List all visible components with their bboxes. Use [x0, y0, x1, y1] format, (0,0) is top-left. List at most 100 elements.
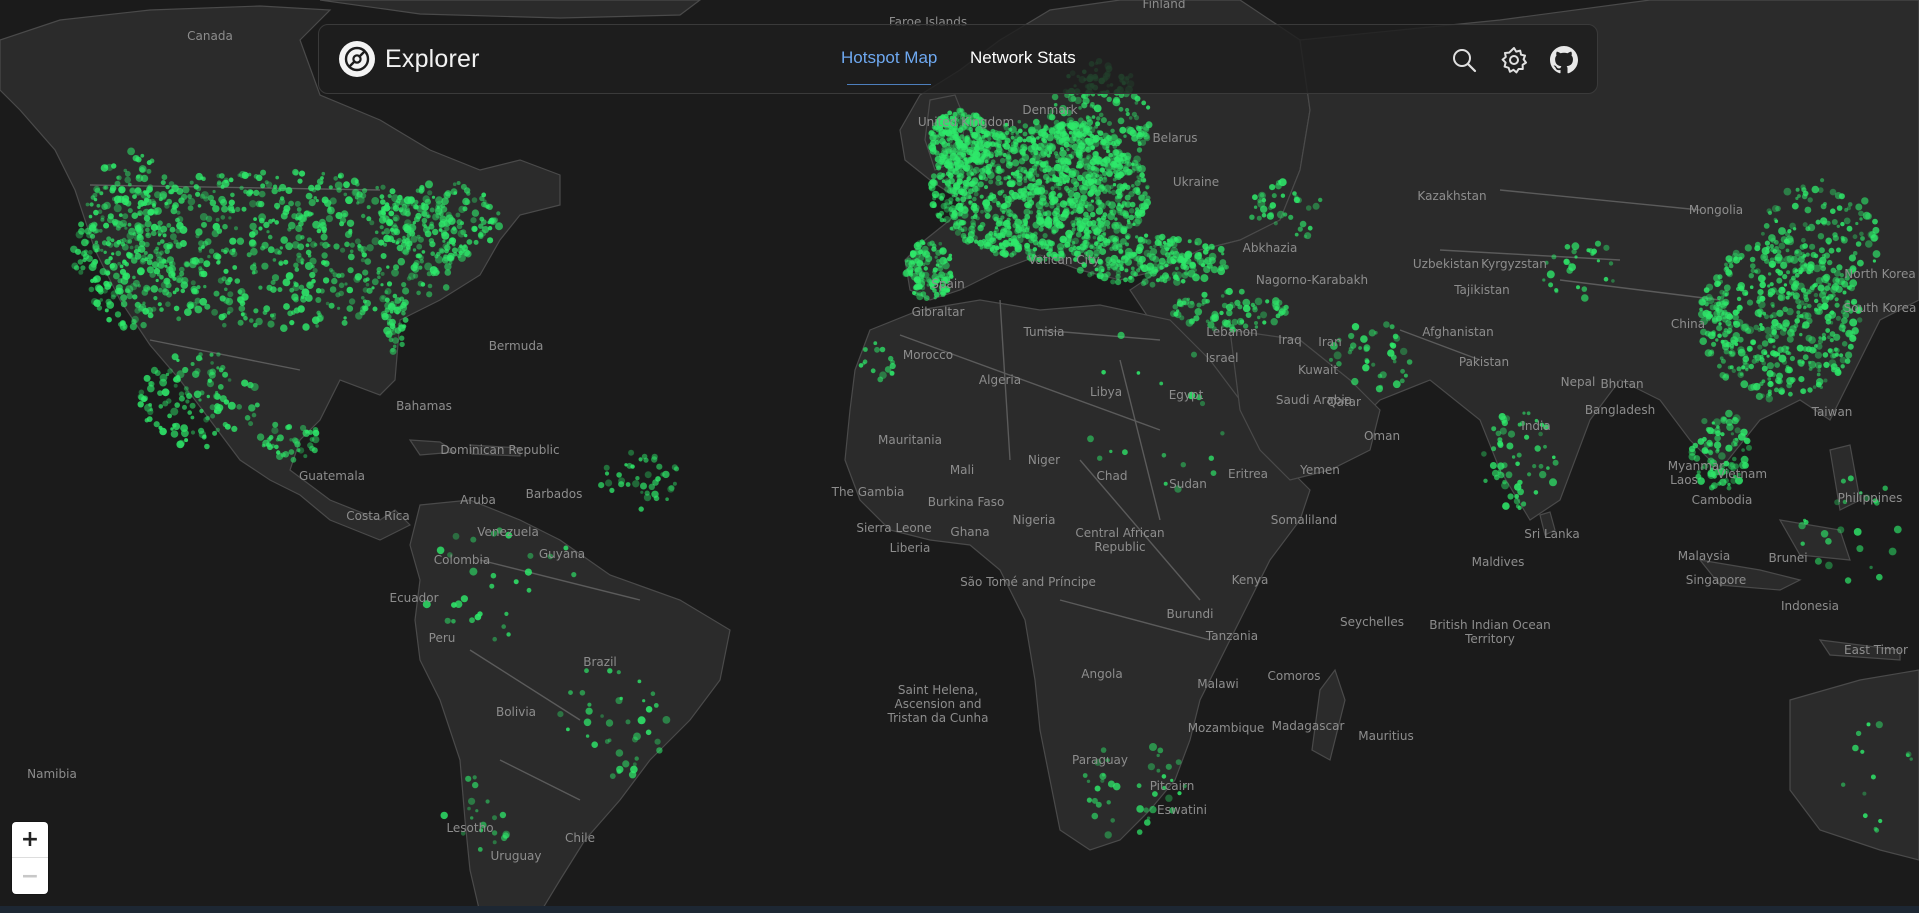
hotspot-dot	[1008, 189, 1015, 196]
hotspot-dot	[1847, 202, 1853, 207]
hotspot-dot	[267, 320, 275, 328]
hotspot-dot	[1050, 186, 1055, 191]
hotspot-dot	[939, 192, 946, 199]
hotspot-dot	[105, 240, 112, 247]
hotspot-dot	[1813, 282, 1818, 288]
hotspot-dot	[1165, 252, 1171, 258]
hotspot-dot	[289, 287, 295, 293]
hotspot-dot	[137, 245, 146, 253]
hotspot-dot	[1111, 221, 1120, 230]
hotspot-dot	[1574, 255, 1578, 259]
search-button[interactable]	[1450, 46, 1478, 74]
hotspot-dot	[1009, 125, 1017, 134]
hotspot-dot	[338, 290, 345, 297]
hotspot-dot	[1062, 174, 1071, 183]
hotspot-dot	[929, 201, 937, 209]
hotspot-dot	[955, 139, 960, 145]
hotspot-dot	[907, 270, 913, 276]
hotspot-dot	[958, 211, 964, 217]
hotspot-dot	[1368, 329, 1376, 337]
hotspot-dot	[406, 247, 411, 252]
hotspot-dot	[1749, 285, 1754, 290]
hotspot-dot	[1760, 393, 1765, 399]
hotspot-dot	[1839, 356, 1847, 364]
hotspot-dot	[939, 283, 947, 292]
hotspot-dot	[227, 276, 233, 283]
hotspot-dot	[113, 204, 122, 213]
hotspot-dot	[468, 797, 476, 805]
brand[interactable]: Explorer	[339, 41, 480, 77]
hotspot-dot	[457, 253, 462, 259]
hotspot-dot	[1014, 134, 1022, 143]
hotspot-dot	[213, 409, 218, 414]
hotspot-dot	[228, 216, 232, 220]
hotspot-dot	[1187, 391, 1196, 400]
hotspot-dot	[962, 184, 968, 190]
hotspot-dot	[956, 178, 963, 185]
hotspot-dot	[1276, 299, 1283, 306]
hotspot-dot	[1023, 176, 1028, 181]
tab-network-stats[interactable]: Network Stats	[970, 48, 1076, 68]
tab-hotspot-map[interactable]: Hotspot Map	[841, 48, 937, 68]
hotspot-dot	[390, 322, 395, 327]
hotspot-dot	[258, 285, 263, 290]
hotspot-dot	[198, 266, 203, 271]
hotspot-dot	[1057, 193, 1063, 199]
hotspot-dot	[1505, 471, 1513, 479]
hotspot-dot	[131, 315, 139, 324]
hotspot-dot	[1091, 165, 1098, 172]
hotspot-dot	[234, 226, 238, 231]
hotspot-dot	[1147, 763, 1155, 771]
hotspot-dot	[968, 188, 974, 195]
hotspot-dot	[470, 816, 474, 820]
hotspot-dot	[305, 192, 313, 200]
zoom-out-button[interactable]: −	[12, 858, 48, 894]
hotspot-dot	[96, 247, 101, 252]
hotspot-dot	[1389, 342, 1395, 348]
zoom-in-button[interactable]: +	[12, 822, 48, 858]
hotspot-dot	[954, 164, 961, 170]
hotspot-dot	[1768, 380, 1773, 385]
hotspot-dot	[369, 220, 375, 226]
hotspot-dot	[1803, 263, 1808, 267]
settings-button[interactable]	[1500, 46, 1528, 74]
hotspot-dot	[1840, 364, 1845, 369]
hotspot-dot	[415, 188, 421, 193]
hotspot-dot	[399, 341, 405, 348]
hotspot-dot	[472, 226, 478, 232]
hotspot-dot	[1280, 193, 1286, 198]
hotspot-dot	[1807, 289, 1812, 295]
hotspot-dot	[232, 265, 238, 270]
hotspot-dot	[441, 231, 450, 240]
hotspot-dot	[941, 146, 947, 152]
hotspot-dot	[1113, 96, 1120, 104]
world-map[interactable]	[0, 0, 1919, 913]
hotspot-dot	[1524, 434, 1530, 440]
hotspot-dot	[239, 185, 244, 191]
hotspot-dot	[1288, 214, 1294, 220]
hotspot-dot	[1107, 121, 1112, 126]
hotspot-dot	[1269, 202, 1277, 209]
hotspot-dot	[1849, 318, 1858, 327]
hotspot-dot	[975, 143, 980, 148]
hotspot-dot	[934, 255, 938, 259]
hotspot-dot	[667, 485, 675, 493]
hotspot-dot	[977, 224, 984, 232]
hotspot-dot	[1180, 462, 1187, 468]
hotspot-dot	[222, 421, 228, 428]
hotspot-dot	[1053, 151, 1059, 156]
hotspot-dot	[1208, 252, 1217, 261]
hotspot-dot	[1790, 377, 1796, 383]
hotspot-dot	[1392, 380, 1401, 389]
hotspot-dot	[941, 118, 945, 123]
hotspot-dot	[1112, 153, 1119, 160]
github-button[interactable]	[1550, 46, 1578, 74]
hotspot-dot	[1122, 165, 1129, 172]
hotspot-dot	[274, 220, 280, 225]
hotspot-dot	[1507, 493, 1514, 500]
hotspot-dot	[1176, 258, 1183, 264]
hotspot-dot	[122, 259, 127, 264]
hotspot-dot	[158, 287, 163, 293]
hotspot-dot	[263, 221, 270, 229]
hotspot-dot	[960, 143, 968, 151]
